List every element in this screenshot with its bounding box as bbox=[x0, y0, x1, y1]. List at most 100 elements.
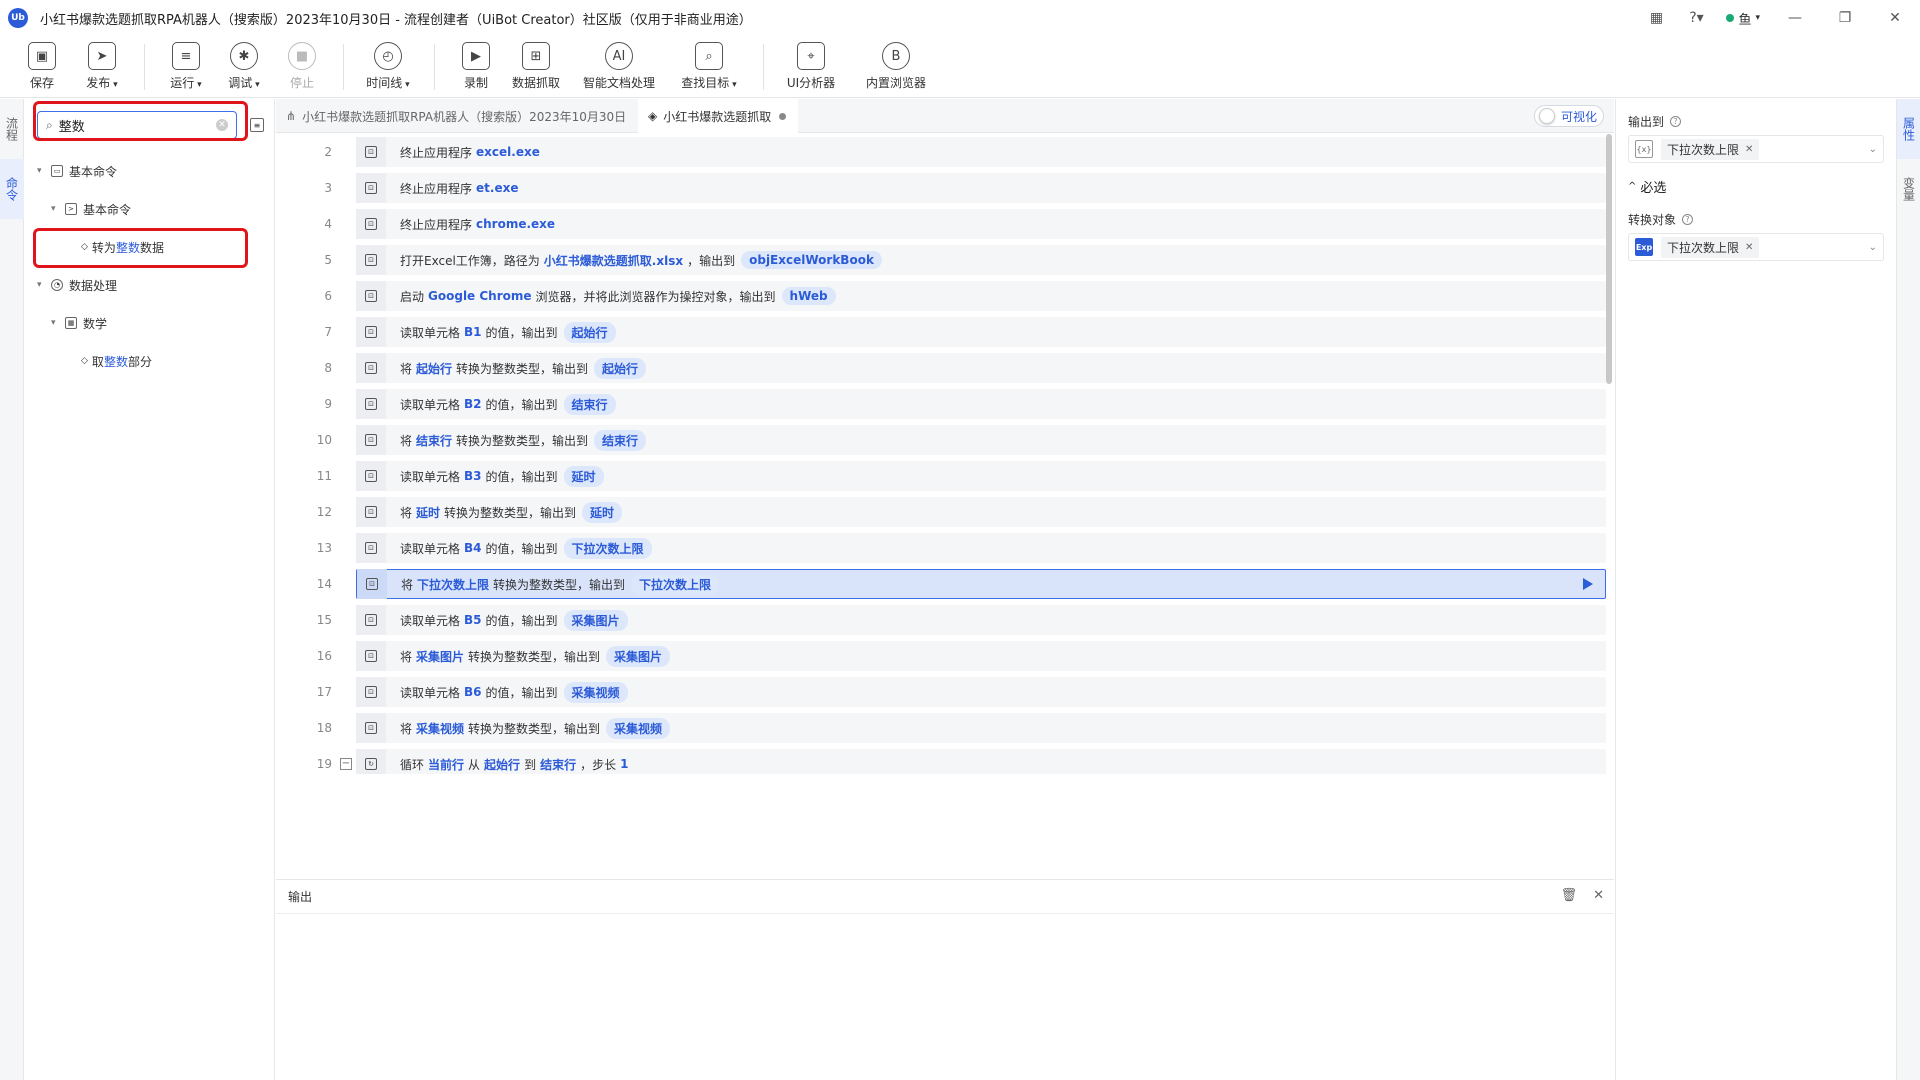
statement-param[interactable]: B2 bbox=[464, 397, 482, 411]
code-line[interactable]: 3 ⊡ 终止应用程序 et.exe bbox=[276, 170, 1606, 206]
statement-param[interactable]: chrome.exe bbox=[476, 217, 555, 231]
statement-block[interactable]: ⊡ 打开Excel工作簿，路径为 小红书爆款选题抓取.xlsx ，输出到 objExce… bbox=[356, 245, 1606, 275]
statement-param[interactable]: 小红书爆款选题抓取.xlsx bbox=[544, 252, 683, 269]
tree-item-convert-to-integer[interactable]: ◇ 转为 整数 数据 bbox=[81, 235, 164, 259]
chevron-down-icon[interactable]: ⌄ bbox=[1869, 242, 1877, 253]
tree-item-math[interactable]: ▾ ▦ 数学 bbox=[51, 311, 107, 335]
code-line[interactable]: 16 ⊡ 将采集图片 转换为整数类型，输出到 采集图片 bbox=[276, 638, 1606, 674]
statement-param[interactable]: B5 bbox=[464, 613, 482, 627]
output-variable-pill[interactable]: 采集图片 bbox=[563, 609, 628, 631]
find-target-button[interactable]: ⌕ 查找目标 bbox=[669, 36, 749, 98]
statement-block[interactable]: ⊡ 将延时 转换为整数类型，输出到 延时 bbox=[356, 497, 1606, 527]
visual-mode-toggle[interactable]: 可视化 bbox=[1534, 105, 1604, 127]
statement-block[interactable]: ⊡ 终止应用程序 excel.exe bbox=[356, 137, 1606, 167]
output-variable-pill[interactable]: objExcelWorkBook bbox=[741, 251, 882, 269]
code-line[interactable]: 19− ↻ 循环 当前行从起始行到结束行 ，步长 1 bbox=[276, 746, 1606, 774]
code-line[interactable]: 15 ⊡ 读取单元格 B5 的值，输出到 采集图片 bbox=[276, 602, 1606, 638]
output-variable-pill[interactable]: 起始行 bbox=[594, 357, 647, 379]
tree-item-basic-commands[interactable]: ▾ ▭ 基本命令 bbox=[37, 159, 117, 183]
tree-item-basic-commands-child[interactable]: ▾ > 基本命令 bbox=[51, 197, 131, 221]
close-icon[interactable]: ✕ bbox=[1593, 888, 1604, 903]
trash-icon[interactable]: 🗑 bbox=[1561, 888, 1578, 903]
statement-param[interactable]: 结束行 bbox=[416, 432, 452, 449]
ui-analyzer-button[interactable]: ⌖ UI分析器 bbox=[778, 36, 844, 98]
statement-param[interactable]: 起始行 bbox=[416, 360, 452, 377]
convert-object-field[interactable]: Exp 下拉次数上限 ✕ ⌄ bbox=[1628, 233, 1884, 261]
statement-block[interactable]: ⊡ 读取单元格 B5 的值，输出到 采集图片 bbox=[356, 605, 1606, 635]
statement-block[interactable]: ↻ 循环 当前行从起始行到结束行 ，步长 1 bbox=[356, 749, 1606, 774]
output-variable-pill[interactable]: 延时 bbox=[582, 501, 623, 523]
search-input[interactable] bbox=[58, 117, 199, 133]
record-button[interactable]: ▶ 录制 bbox=[449, 36, 503, 98]
statement-block[interactable]: ⊡ 终止应用程序 chrome.exe bbox=[356, 209, 1606, 239]
command-search[interactable]: ⌕ ✕ bbox=[37, 111, 237, 139]
output-variable-pill[interactable]: 结束行 bbox=[563, 393, 616, 415]
tab-variables[interactable]: 变量 bbox=[1897, 159, 1920, 219]
restore-button[interactable]: ❐ bbox=[1820, 0, 1870, 36]
output-variable-pill[interactable]: hWeb bbox=[781, 287, 836, 305]
tab-project[interactable]: ⋔ 小红书爆款选题抓取RPA机器人（搜索版）2023年10月30日 bbox=[276, 99, 638, 133]
code-line[interactable]: 11 ⊡ 读取单元格 B3 的值，输出到 延时 bbox=[276, 458, 1606, 494]
code-line[interactable]: 10 ⊡ 将结束行 转换为整数类型，输出到 结束行 bbox=[276, 422, 1606, 458]
tab-properties[interactable]: 属性 bbox=[1897, 99, 1920, 159]
run-to-here-icon[interactable] bbox=[1583, 578, 1593, 590]
data-scrape-button[interactable]: ⊞ 数据抓取 bbox=[503, 36, 569, 98]
statement-param[interactable]: 采集视频 bbox=[416, 720, 464, 737]
publish-button[interactable]: ➤ 发布 bbox=[72, 36, 132, 98]
statement-param[interactable]: 延时 bbox=[416, 504, 440, 521]
statement-param[interactable]: 采集图片 bbox=[416, 648, 464, 665]
code-line[interactable]: 17 ⊡ 读取单元格 B6 的值，输出到 采集视频 bbox=[276, 674, 1606, 710]
code-line[interactable]: 4 ⊡ 终止应用程序 chrome.exe bbox=[276, 206, 1606, 242]
statement-block[interactable]: ⊡ 读取单元格 B3 的值，输出到 延时 bbox=[356, 461, 1606, 491]
output-variable-pill[interactable]: 采集图片 bbox=[606, 645, 671, 667]
statement-block[interactable]: ⊡ 将采集视频 转换为整数类型，输出到 采集视频 bbox=[356, 713, 1606, 743]
statement-block[interactable]: ⊡ 终止应用程序 et.exe bbox=[356, 173, 1606, 203]
statement-param[interactable]: Google Chrome bbox=[428, 289, 532, 303]
smart-doc-button[interactable]: AI 智能文档处理 bbox=[569, 36, 669, 98]
output-variable-pill[interactable]: 结束行 bbox=[594, 429, 647, 451]
output-variable-pill[interactable]: 延时 bbox=[563, 465, 604, 487]
statement-block[interactable]: ⊡ 将结束行 转换为整数类型，输出到 结束行 bbox=[356, 425, 1606, 455]
code-line[interactable]: 18 ⊡ 将采集视频 转换为整数类型，输出到 采集视频 bbox=[276, 710, 1606, 746]
help-icon[interactable]: ? bbox=[1670, 116, 1682, 127]
code-line[interactable]: 6 ⊡ 启动 Google Chrome 浏览器，并将此浏览器作为操控对象，输出到 hWe… bbox=[276, 278, 1606, 314]
help-icon[interactable]: ?▾ bbox=[1676, 0, 1716, 36]
builtin-browser-button[interactable]: B 内置浏览器 bbox=[856, 36, 936, 98]
vertical-scrollbar[interactable] bbox=[1606, 134, 1612, 384]
output-variable-pill[interactable]: 下拉次数上限 bbox=[563, 537, 652, 559]
statement-block[interactable]: ⊡ 将下拉次数上限 转换为整数类型，输出到 下拉次数上限 bbox=[356, 569, 1606, 599]
tab-flow[interactable]: 流程 bbox=[0, 99, 24, 159]
timeline-button[interactable]: ◴ 时间线 bbox=[356, 36, 420, 98]
statement-param[interactable]: et.exe bbox=[476, 181, 518, 195]
collapse-icon[interactable]: − bbox=[340, 758, 352, 770]
output-variable-pill[interactable]: 采集视频 bbox=[606, 717, 671, 739]
statement-param[interactable]: 结束行 bbox=[540, 756, 576, 773]
code-line[interactable]: 8 ⊡ 将起始行 转换为整数类型，输出到 起始行 bbox=[276, 350, 1606, 386]
code-line[interactable]: 7 ⊡ 读取单元格 B1 的值，输出到 起始行 bbox=[276, 314, 1606, 350]
statement-param[interactable]: 1 bbox=[620, 757, 628, 771]
chevron-down-icon[interactable]: ⌄ bbox=[1869, 144, 1877, 155]
code-line[interactable]: 5 ⊡ 打开Excel工作簿，路径为 小红书爆款选题抓取.xlsx ，输出到 objExc… bbox=[276, 242, 1606, 278]
required-section[interactable]: ^ 必选 bbox=[1628, 177, 1666, 196]
statement-param[interactable]: 起始行 bbox=[484, 756, 520, 773]
statement-block[interactable]: ⊡ 读取单元格 B4 的值，输出到 下拉次数上限 bbox=[356, 533, 1606, 563]
help-icon[interactable]: ? bbox=[1682, 214, 1694, 225]
output-variable-pill[interactable]: 起始行 bbox=[563, 321, 616, 343]
run-button[interactable]: ≡ 运行 bbox=[157, 36, 215, 98]
user-menu[interactable]: 鱼 ▾ bbox=[1716, 9, 1770, 28]
code-line[interactable]: 12 ⊡ 将延时 转换为整数类型，输出到 延时 bbox=[276, 494, 1606, 530]
clear-icon[interactable]: ✕ bbox=[216, 119, 228, 131]
output-to-field[interactable]: {x} 下拉次数上限 ✕ ⌄ bbox=[1628, 135, 1884, 163]
tab-flow[interactable]: ◈ 小红书爆款选题抓取 bbox=[638, 99, 798, 133]
statement-block[interactable]: ⊡ 启动 Google Chrome 浏览器，并将此浏览器作为操控对象，输出到 hWeb bbox=[356, 281, 1606, 311]
remove-icon[interactable]: ✕ bbox=[1745, 144, 1753, 155]
tree-item-data-processing[interactable]: ▾ ◔ 数据处理 bbox=[37, 273, 117, 297]
filter-icon[interactable]: ≡ bbox=[250, 118, 264, 132]
code-line[interactable]: 9 ⊡ 读取单元格 B2 的值，输出到 结束行 bbox=[276, 386, 1606, 422]
statement-block[interactable]: ⊡ 将采集图片 转换为整数类型，输出到 采集图片 bbox=[356, 641, 1606, 671]
statement-param[interactable]: 下拉次数上限 bbox=[417, 576, 489, 593]
tree-item-integer-part[interactable]: ◇ 取整数 部分 bbox=[81, 349, 152, 373]
statement-param[interactable]: B4 bbox=[464, 541, 482, 555]
stop-button[interactable]: ■ 停止 bbox=[273, 36, 331, 98]
statement-param[interactable]: B3 bbox=[464, 469, 482, 483]
